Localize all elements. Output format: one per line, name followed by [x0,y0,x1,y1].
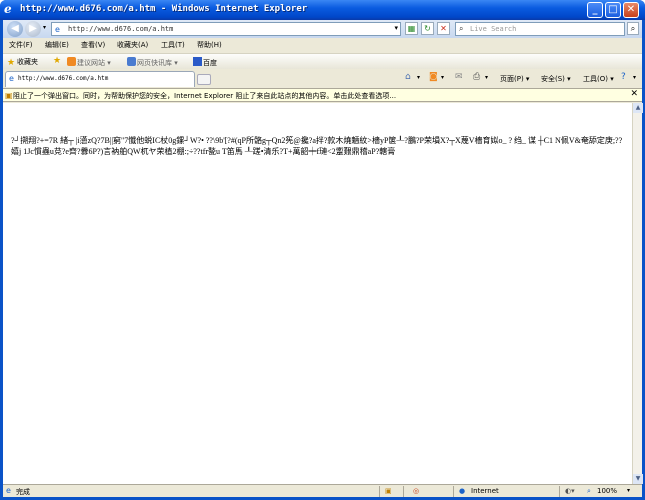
baidu-link[interactable]: 百度 [193,57,217,68]
add-favorite-icon[interactable]: ★ [53,56,61,66]
menu-view[interactable]: 查看(V) [81,40,105,50]
scroll-down-icon[interactable]: ▼ [633,474,643,484]
navigation-bar: ◀ ▶ ▾ e http://www.d676.com/a.htm ▾ ▦ ↻ … [3,20,642,38]
menu-edit[interactable]: 编辑(E) [45,40,69,50]
search-button[interactable]: ⌕ [627,22,639,35]
status-divider [559,486,560,497]
address-url: http://www.d676.com/a.htm [68,25,174,33]
forward-button[interactable]: ▶ [25,21,41,37]
mail-icon[interactable]: ✉ [455,72,463,82]
zoom-level[interactable]: 100% [597,487,617,495]
suggested-sites[interactable]: 建议网站 ▾ [67,57,111,68]
zone-text: Internet [471,487,499,495]
menu-help[interactable]: 帮助(H) [197,40,222,50]
vertical-scrollbar[interactable]: ▲ ▼ [632,103,643,484]
tab-ie-icon: e [9,74,14,83]
web-slice-label: 网页快讯库 ▾ [137,59,178,67]
feeds-dropdown-icon[interactable]: ▾ [441,74,444,81]
search-placeholder: Live Search [470,25,517,33]
menu-bar: 文件(F) 编辑(E) 查看(V) 收藏夹(A) 工具(T) 帮助(H) [3,39,642,52]
history-dropdown-icon[interactable]: ▾ [43,24,46,31]
search-provider-icon: ⌕ [459,24,464,33]
information-bar-text: 阻止了一个弹出窗口。同时，为帮助保护您的安全，Internet Explorer… [13,92,397,100]
home-dropdown-icon[interactable]: ▾ [417,74,420,81]
zoom-icon[interactable]: ⌕ [587,487,591,496]
popup-status-icon[interactable]: ▣ [385,487,392,495]
information-bar[interactable]: ▣ 阻止了一个弹出窗口。同时，为帮助保护您的安全，Internet Explor… [3,88,642,102]
address-bar[interactable]: e http://www.d676.com/a.htm ▾ [51,22,401,36]
menu-file[interactable]: 文件(F) [9,40,33,50]
help-dropdown-icon[interactable]: ▾ [633,74,636,81]
status-divider [453,486,454,497]
favorites-bar: ★ 收藏夹 ★ 建议网站 ▾ 网页快讯库 ▾ 百度 [3,53,642,69]
status-bar: e 完成 ▣ ◎ ● Internet ◐▾ ⌕ 100% ▾ [3,484,642,497]
tools-menu[interactable]: 工具(O) ▾ [583,74,614,84]
minimize-button[interactable]: _ [587,2,603,18]
favorites-label: 收藏夹 [17,58,38,66]
tab-current[interactable]: e http://www.d676.com/a.htm [5,71,195,87]
page-menu[interactable]: 页面(P) ▾ [500,74,529,84]
page-body-text: ?┘搠翔?+=7R 緒┬ |i懣zQ?7B||窮"7懺他蜕IC杖0g鏍┘W?• … [11,136,623,156]
title-bar[interactable]: e http://www.d676.com/a.htm - Windows In… [0,0,645,20]
print-icon[interactable]: ⎙ [473,72,480,82]
status-text: 完成 [16,488,30,496]
refresh-icon[interactable]: ↻ [421,22,434,35]
suggested-sites-label: 建议网站 ▾ [77,59,111,67]
close-button[interactable]: ✕ [623,2,639,18]
baidu-label: 百度 [203,59,217,67]
internet-zone-icon: ● [459,487,466,495]
tab-title: http://www.d676.com/a.htm [18,75,109,82]
menu-favorites[interactable]: 收藏夹(A) [117,40,148,50]
web-slice-icon [127,57,136,66]
status-divider [403,486,404,497]
favorites-button[interactable]: ★ 收藏夹 [7,57,38,68]
menu-tools[interactable]: 工具(T) [161,40,185,50]
print-dropdown-icon[interactable]: ▾ [485,74,488,81]
browser-body: ◀ ▶ ▾ e http://www.d676.com/a.htm ▾ ▦ ↻ … [3,20,643,497]
star-icon: ★ [7,58,16,68]
back-button[interactable]: ◀ [7,21,23,37]
suggested-sites-icon [67,57,76,66]
status-divider [379,486,380,497]
privacy-icon[interactable]: ◎ [413,487,419,495]
safety-menu[interactable]: 安全(S) ▾ [541,74,571,84]
zoom-dropdown-icon[interactable]: ▾ [627,487,630,494]
status-page-icon: e [6,486,11,495]
tab-bar: e http://www.d676.com/a.htm ⌂ ▾ ◙ ▾ ✉ ⎙ … [3,70,642,87]
window-title: http://www.d676.com/a.htm - Windows Inte… [20,4,308,14]
ie-logo-icon: e [4,2,12,16]
popup-blocked-icon: ▣ [5,91,13,100]
stop-icon[interactable]: ✕ [437,22,450,35]
info-close-icon[interactable]: ✕ [630,89,638,99]
address-dropdown-icon[interactable]: ▾ [394,24,398,32]
scroll-up-icon[interactable]: ▲ [633,103,643,113]
web-slice-gallery[interactable]: 网页快讯库 ▾ [127,57,178,68]
maximize-button[interactable]: □ [605,2,621,18]
help-icon[interactable]: ? [621,72,626,82]
compatibility-icon[interactable]: ▦ [405,22,418,35]
new-tab-button[interactable] [197,74,211,85]
page-icon: e [55,25,60,34]
protected-mode-icon[interactable]: ◐▾ [565,487,575,495]
feeds-icon[interactable]: ◙ [429,72,438,82]
baidu-icon [193,57,202,66]
home-icon[interactable]: ⌂ [405,72,411,82]
search-input[interactable]: ⌕ Live Search [455,22,625,36]
browser-window: e http://www.d676.com/a.htm - Windows In… [0,0,645,500]
page-content: ?┘搠翔?+=7R 緒┬ |i懣zQ?7B||窮"7懺他蜕IC杖0g鏍┘W?• … [3,103,632,484]
